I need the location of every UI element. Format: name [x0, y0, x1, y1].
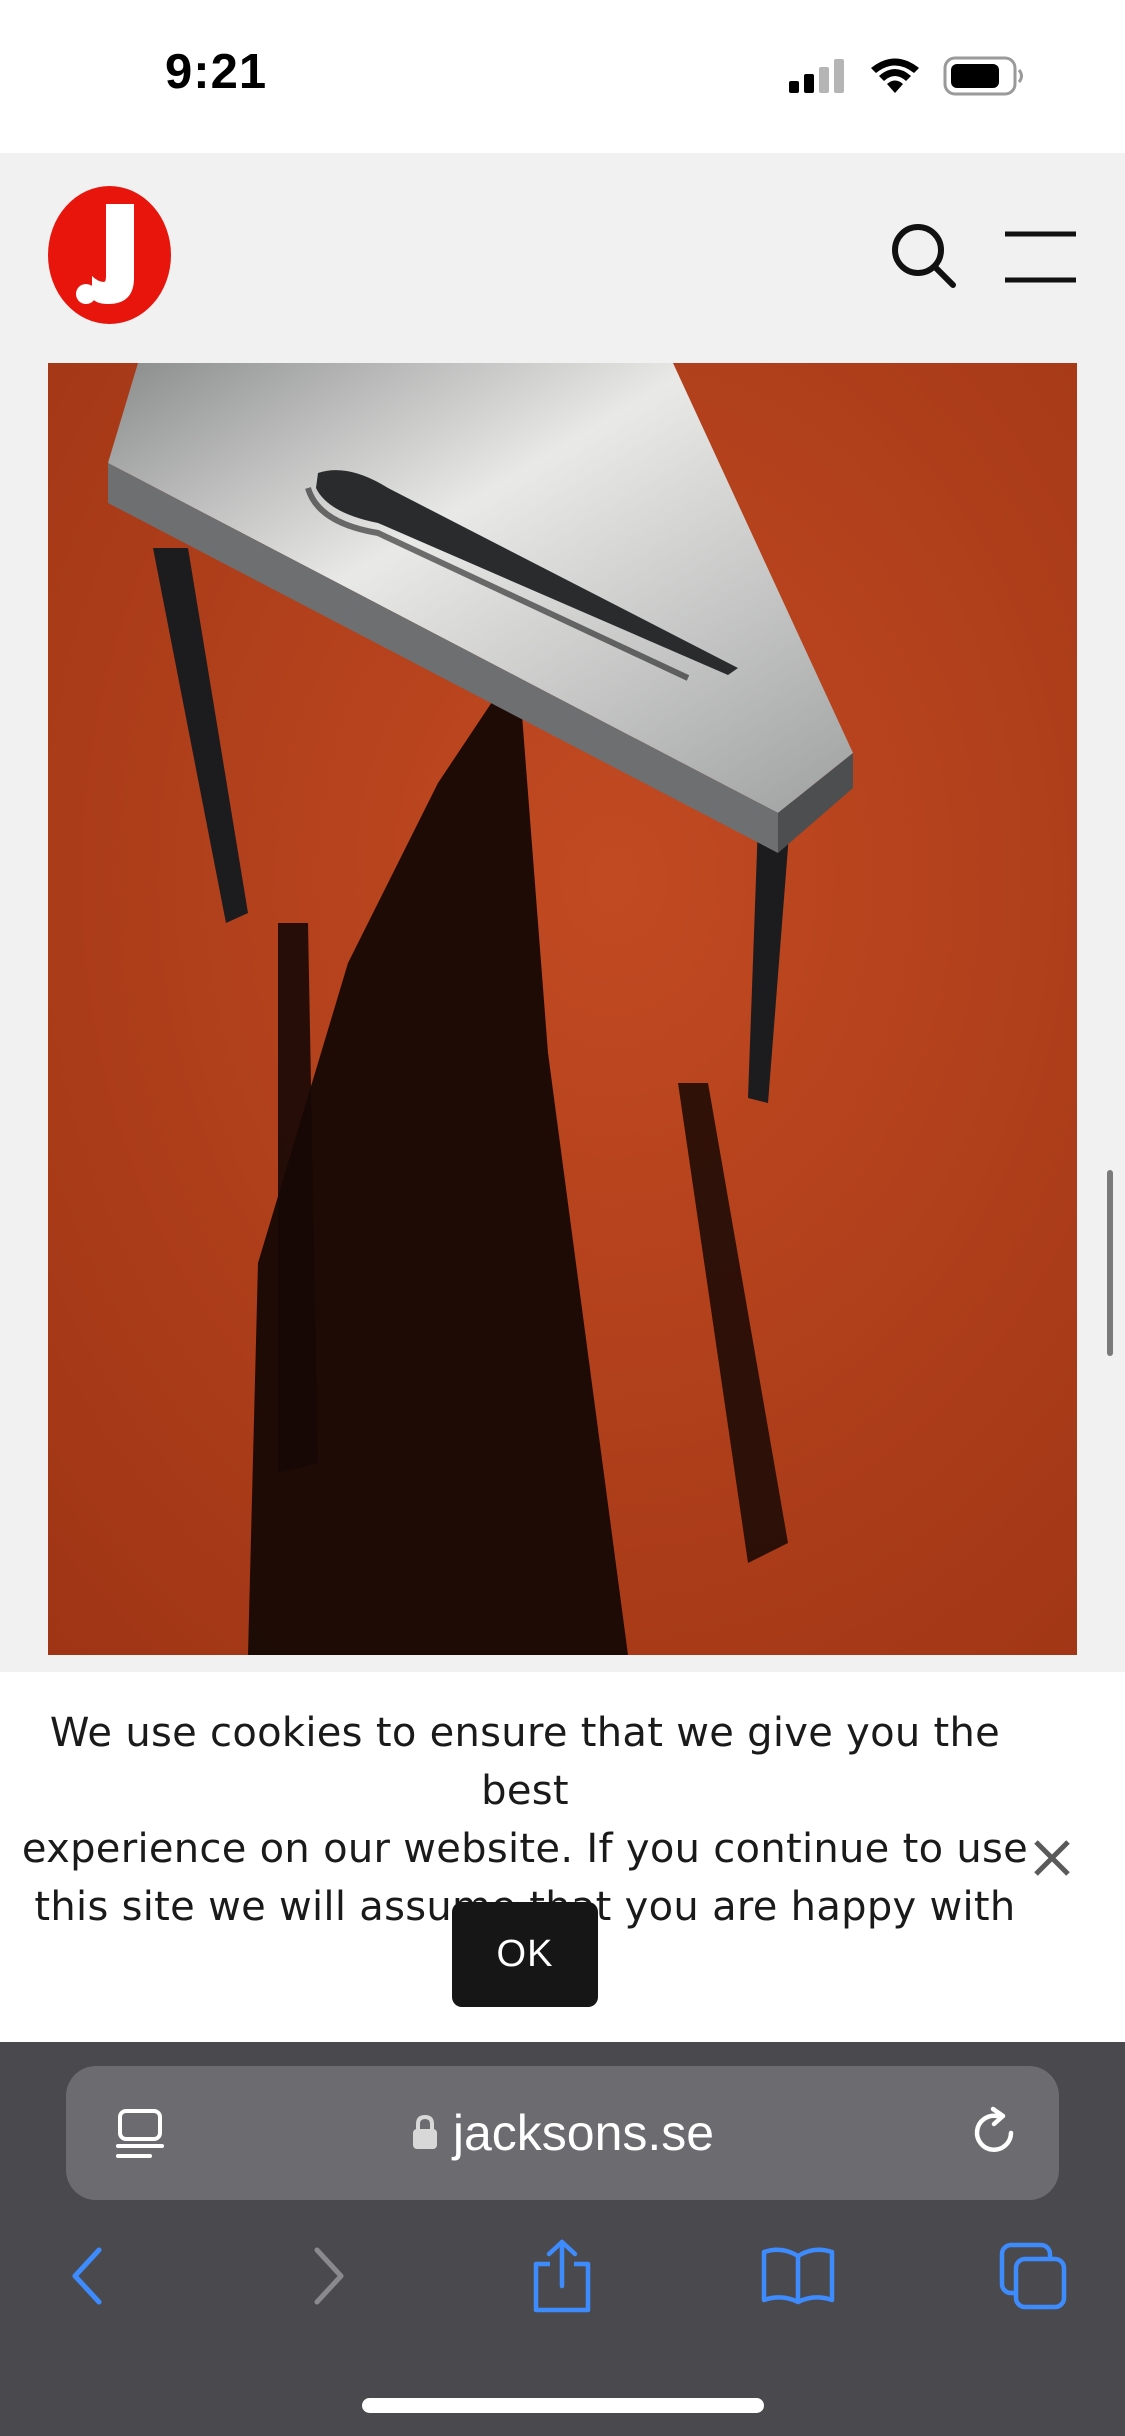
- share-button[interactable]: [522, 2236, 602, 2316]
- close-icon[interactable]: [1030, 1836, 1074, 1880]
- wifi-icon: [871, 58, 919, 93]
- lock-icon: [412, 2114, 437, 2149]
- tabs-button[interactable]: [993, 2236, 1073, 2316]
- browser-toolbar: jacksons.se: [0, 2042, 1125, 2436]
- reload-icon[interactable]: [967, 2106, 1021, 2160]
- status-bar: 9:21: [0, 0, 1125, 153]
- address-display[interactable]: jacksons.se: [66, 2066, 1059, 2200]
- status-icons: [789, 56, 1025, 96]
- battery-icon: [943, 56, 1023, 96]
- status-time: 9:21: [165, 45, 268, 99]
- forward-icon: [314, 2247, 344, 2305]
- cookie-banner: We use cookies to ensure that we give yo…: [0, 1672, 1125, 2042]
- hero-photo-illustration: [48, 363, 1077, 1655]
- tabs-icon: [999, 2242, 1067, 2310]
- cookie-message-line-1: We use cookies to ensure that we give yo…: [49, 1710, 1001, 1814]
- share-icon: [533, 2239, 591, 2313]
- cookie-ok-button[interactable]: OK: [452, 1902, 598, 2007]
- address-bar[interactable]: jacksons.se: [66, 2066, 1059, 2200]
- search-icon[interactable]: [890, 222, 958, 290]
- jacksons-logo[interactable]: [48, 186, 171, 324]
- back-button[interactable]: [47, 2236, 127, 2316]
- bookmarks-button[interactable]: [758, 2236, 838, 2316]
- scroll-indicator[interactable]: [1107, 1170, 1113, 1356]
- cookie-message-line-2: experience on our website. If you contin…: [21, 1826, 1029, 1872]
- back-icon: [72, 2247, 102, 2305]
- hero-image: [48, 363, 1077, 1655]
- home-indicator[interactable]: [362, 2398, 764, 2413]
- address-url[interactable]: jacksons.se: [453, 2104, 714, 2162]
- forward-button[interactable]: [289, 2236, 369, 2316]
- hamburger-menu-icon[interactable]: [1003, 230, 1078, 284]
- cellular-signal-icon: [789, 59, 844, 93]
- bookmarks-icon: [761, 2247, 835, 2305]
